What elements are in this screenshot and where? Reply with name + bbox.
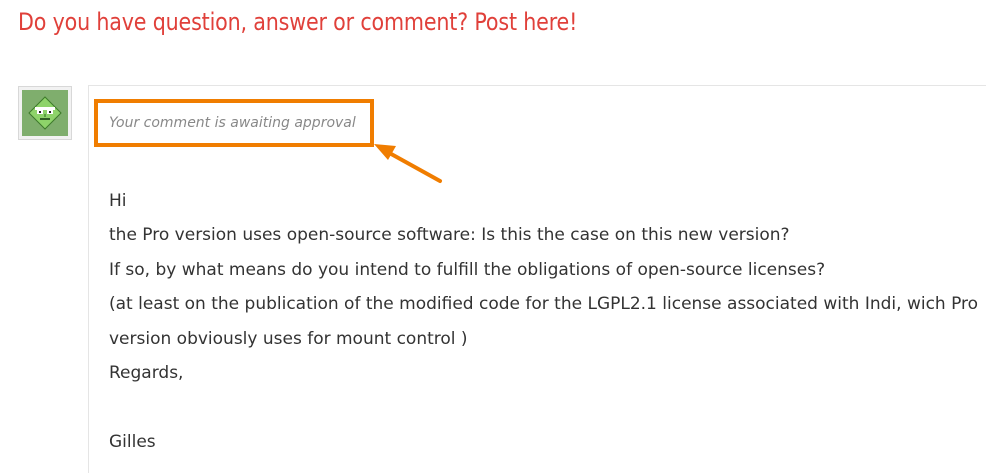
page-heading: Do you have question, answer or comment?… (18, 8, 578, 36)
comment-line: Regards, (109, 363, 184, 384)
comment-body: Hi the Pro version uses open-source soft… (109, 184, 979, 459)
comment-spacer (109, 390, 979, 424)
green-face-avatar-icon (22, 90, 68, 136)
comment-signature: Gilles (109, 431, 156, 452)
avatar (18, 86, 72, 140)
moderation-notice: Your comment is awaiting approval (109, 115, 356, 131)
arrow-pointer-icon (374, 144, 442, 183)
comment-line: the Pro version uses open-source softwar… (109, 225, 790, 246)
comment-line: version obviously uses for mount control… (109, 328, 468, 349)
comment-line: (at least on the publication of the modi… (109, 294, 979, 315)
comment-line: Hi (109, 191, 127, 211)
comment-line: If so, by what means do you intend to fu… (109, 259, 826, 280)
